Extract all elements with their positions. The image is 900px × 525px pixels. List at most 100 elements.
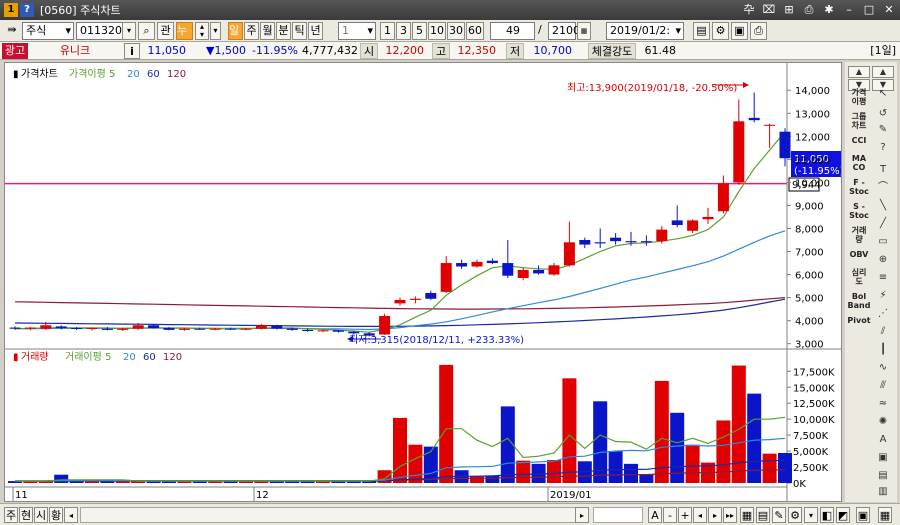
palette-up-right-icon[interactable]: ▲ bbox=[872, 66, 894, 78]
scroll-left-icon[interactable]: ◂ bbox=[64, 507, 78, 523]
bottom-icon-6[interactable]: ◩ bbox=[836, 507, 850, 523]
palette-indicator-7[interactable]: OBV bbox=[847, 250, 871, 259]
period-month[interactable]: 월 bbox=[260, 22, 275, 40]
help-icon[interactable]: ? bbox=[20, 3, 34, 17]
channel-tool-icon[interactable]: ⫽ bbox=[873, 324, 893, 340]
text-tool-icon[interactable]: T bbox=[873, 162, 893, 178]
stock-name[interactable]: 유니크 bbox=[32, 43, 118, 59]
rect-tool-icon[interactable]: ▭ bbox=[873, 234, 893, 250]
palette-indicator-8[interactable]: 심리 도 bbox=[847, 268, 871, 286]
nu-button[interactable]: 누 bbox=[176, 22, 193, 40]
kwan-button[interactable]: 관 bbox=[157, 22, 174, 40]
trend-tool-icon[interactable]: ⫻ bbox=[873, 378, 893, 394]
auto-tool-icon[interactable]: A bbox=[873, 432, 893, 448]
mark-tool-icon[interactable]: ⊕ bbox=[873, 252, 893, 268]
bottom-tab-ju[interactable]: 주 bbox=[4, 507, 18, 523]
count-10[interactable]: 10 bbox=[428, 22, 446, 40]
search-icon[interactable]: ⌕ bbox=[138, 22, 155, 40]
chart-svg[interactable]: ▮ 가격차트 가격이평 5 20 60 120 ▮ 거래량 거래이평 5 20 … bbox=[5, 63, 841, 501]
settings-icon[interactable]: ✱ bbox=[822, 2, 836, 17]
scroll-right-icon[interactable]: ▸ bbox=[575, 507, 589, 523]
refresh-tool-icon[interactable]: ↺ bbox=[873, 106, 893, 122]
palette-indicator-5[interactable]: S - Stoc bbox=[847, 202, 871, 220]
info-button[interactable]: i bbox=[124, 43, 140, 59]
toolbar-icon-1[interactable]: ▤ bbox=[693, 22, 710, 40]
hline-tool-icon[interactable]: ╱ bbox=[873, 216, 893, 232]
palette-indicator-3[interactable]: MA CO bbox=[847, 154, 871, 172]
pin-icon[interactable]: 卆 bbox=[742, 2, 756, 17]
prev-icon[interactable]: ◂ bbox=[693, 507, 707, 523]
count-3[interactable]: 3 bbox=[396, 22, 411, 40]
line-tool-icon[interactable]: ╲ bbox=[873, 198, 893, 214]
palette-indicator-0[interactable]: 가격 이평 bbox=[847, 88, 871, 106]
print-chart-icon[interactable]: ⎙ bbox=[750, 22, 767, 40]
palette-indicator-2[interactable]: CCI bbox=[847, 136, 871, 145]
next-icon[interactable]: ▸ bbox=[708, 507, 722, 523]
horizontal-scrollbar[interactable] bbox=[80, 507, 588, 523]
bottom-icon-7[interactable]: ▣ bbox=[856, 507, 870, 523]
fan-tool-icon[interactable]: ⋰ bbox=[873, 306, 893, 322]
palette-indicator-1[interactable]: 그룹 차트 bbox=[847, 112, 871, 130]
toolbar-icon-2[interactable]: ⚙ bbox=[712, 22, 729, 40]
bottom-tab-si[interactable]: 시 bbox=[34, 507, 48, 523]
print-icon[interactable]: ⎙ bbox=[802, 2, 816, 17]
save-icon[interactable]: ▣ bbox=[731, 22, 748, 40]
table-tool-icon[interactable]: ▤ bbox=[873, 468, 893, 484]
period-minute[interactable]: 분 bbox=[276, 22, 291, 40]
pen-tool-icon[interactable]: ✎ bbox=[873, 122, 893, 138]
interval-select[interactable]: 1 ▾ bbox=[338, 22, 376, 40]
bottom-icon-8[interactable]: ▦ bbox=[878, 507, 892, 523]
close-button[interactable]: ✕ bbox=[882, 2, 896, 17]
period-year[interactable]: 년 bbox=[308, 22, 323, 40]
display-count-input[interactable]: 49 bbox=[490, 22, 535, 40]
bottom-icon-4[interactable]: ⚙ bbox=[788, 507, 802, 523]
zoom-plus-button[interactable]: + bbox=[678, 507, 692, 523]
period-day[interactable]: 일 bbox=[228, 22, 243, 40]
period-week[interactable]: 주 bbox=[244, 22, 259, 40]
grid-icon[interactable]: ⊞ bbox=[782, 2, 796, 17]
fibo-tool-icon[interactable]: ≡ bbox=[873, 270, 893, 286]
palette-indicator-4[interactable]: F - Stoc bbox=[847, 178, 871, 196]
zoom-minus-button[interactable]: - bbox=[663, 507, 677, 523]
toggle-icon[interactable]: ▾ bbox=[210, 22, 221, 40]
link-icon[interactable]: ⌧ bbox=[762, 2, 776, 17]
wave-tool-icon[interactable]: ∿ bbox=[873, 360, 893, 376]
palette-indicator-9[interactable]: Bol Band bbox=[847, 292, 871, 310]
count-30[interactable]: 30 bbox=[447, 22, 465, 40]
last-icon[interactable]: ▸▸ bbox=[723, 507, 737, 523]
bottom-icon-2[interactable]: ▤ bbox=[756, 507, 770, 523]
zoom-slider[interactable] bbox=[593, 507, 643, 523]
signal-tool-icon[interactable]: ✺ bbox=[873, 414, 893, 430]
gann-tool-icon[interactable]: ⚡ bbox=[873, 288, 893, 304]
count-1[interactable]: 1 bbox=[380, 22, 395, 40]
spin-icon[interactable]: ▴ ▾ bbox=[195, 22, 209, 40]
minimize-button[interactable]: – bbox=[842, 2, 856, 17]
code-dropdown-icon[interactable]: ▾ bbox=[122, 22, 136, 40]
bottom-tab-hyeon[interactable]: 현 bbox=[19, 507, 33, 523]
toggle-a-icon[interactable]: A bbox=[648, 507, 662, 523]
market-select[interactable]: 주식 ▾ bbox=[22, 22, 74, 40]
cursor-tool-icon[interactable]: ↖ bbox=[873, 86, 893, 102]
period-tick[interactable]: 틱 bbox=[292, 22, 307, 40]
send-icon[interactable]: ⇛ bbox=[4, 22, 20, 40]
bottom-icon-5[interactable]: ◧ bbox=[820, 507, 834, 523]
count-60[interactable]: 60 bbox=[466, 22, 484, 40]
bottom-tab-hwang[interactable]: 황 bbox=[49, 507, 63, 523]
date-select[interactable]: 2019/01/2: ▾ bbox=[606, 22, 684, 40]
palette-up-left-icon[interactable]: ▲ bbox=[848, 66, 870, 78]
calc-icon[interactable]: ▦ bbox=[577, 22, 591, 40]
total-count-input[interactable]: 2100 bbox=[548, 22, 580, 40]
maximize-button[interactable]: □ bbox=[862, 2, 876, 17]
candle-tool-icon[interactable]: ┃ bbox=[873, 342, 893, 358]
bottom-icon-1[interactable]: ▦ bbox=[740, 507, 754, 523]
palette-indicator-10[interactable]: Pivot bbox=[847, 316, 871, 325]
bottom-icon-3[interactable]: ✎ bbox=[772, 507, 786, 523]
palette-indicator-6[interactable]: 거래 량 bbox=[847, 226, 871, 244]
help-tool-icon[interactable]: ? bbox=[873, 140, 893, 156]
bottom-down-icon[interactable]: ▾ bbox=[804, 507, 818, 523]
cross-tool-icon[interactable]: ≈ bbox=[873, 396, 893, 412]
chart-area[interactable]: ▮ 가격차트 가격이평 5 20 60 120 ▮ 거래량 거래이평 5 20 … bbox=[4, 62, 842, 502]
brush-tool-icon[interactable]: ⌒ bbox=[873, 180, 893, 196]
bar-tool-icon[interactable]: ▥ bbox=[873, 484, 893, 500]
count-5[interactable]: 5 bbox=[412, 22, 427, 40]
